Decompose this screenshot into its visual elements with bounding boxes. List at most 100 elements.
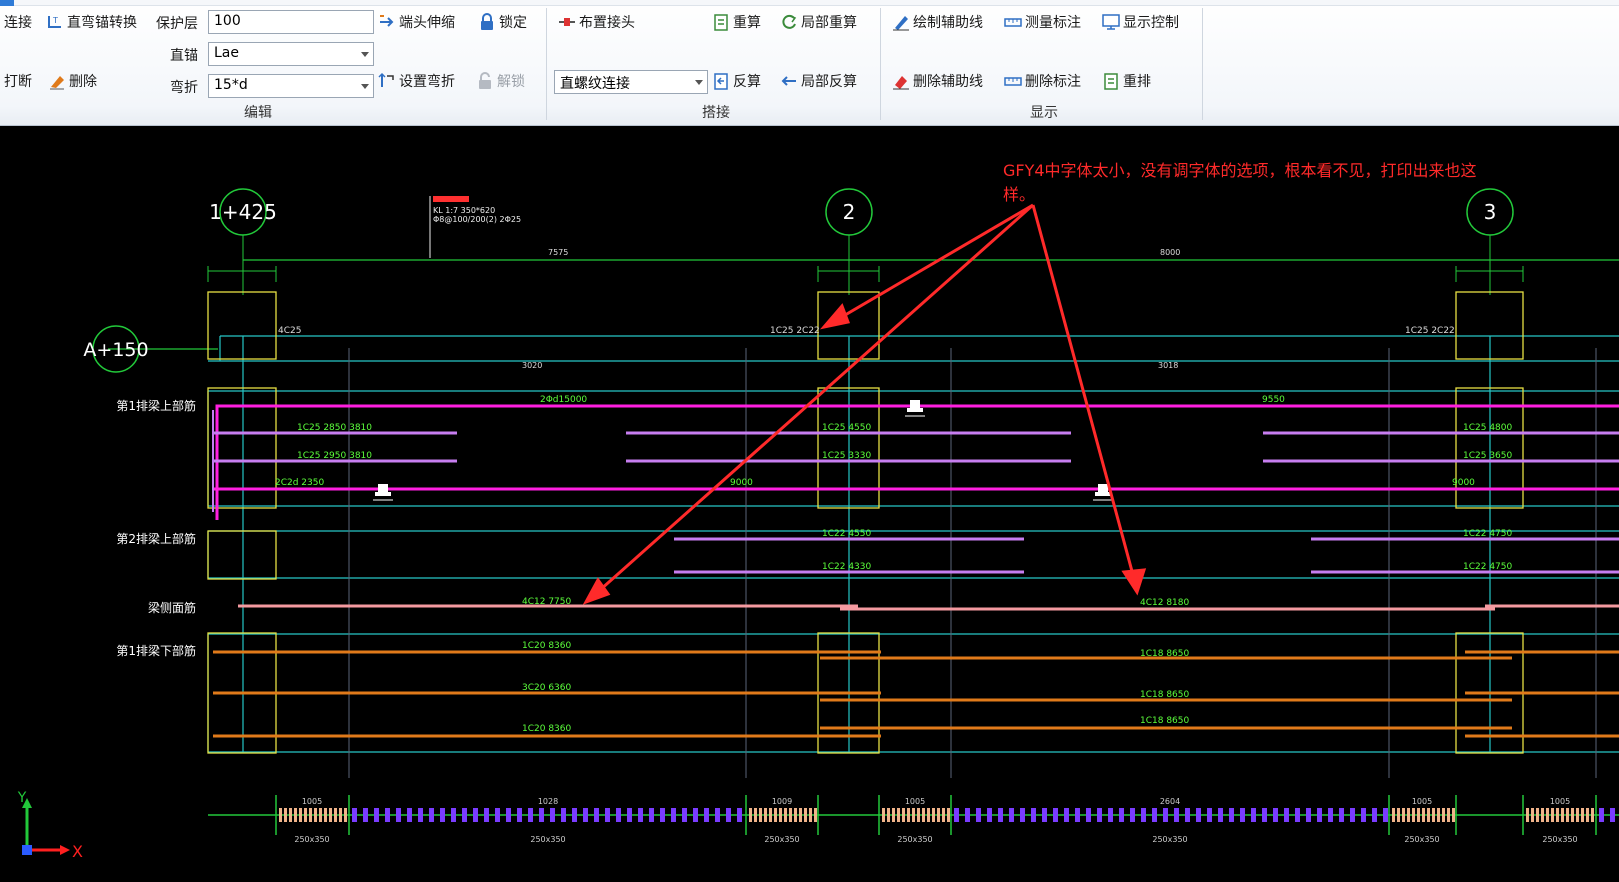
end-extend-button[interactable]: 端头伸缩 bbox=[378, 11, 455, 33]
measure-dim-button[interactable]: 测量标注 bbox=[1004, 11, 1081, 33]
bar-label: 1C22 4330 bbox=[822, 562, 872, 572]
local-recalc-button[interactable]: 局部重算 bbox=[780, 11, 857, 33]
stirrup-tick bbox=[1196, 808, 1201, 822]
stirrup-tick bbox=[1576, 808, 1579, 822]
reverse-button[interactable]: 反算 bbox=[712, 70, 761, 92]
active-tab-marker[interactable] bbox=[0, 0, 14, 6]
stirrup-tick bbox=[927, 808, 930, 822]
stirrup-tick bbox=[897, 808, 900, 822]
stirrup-tick bbox=[749, 808, 752, 822]
user-annotation: GFY4中字体太小，没有调字体的选项，根本看不见，打印出来也这 样。 bbox=[582, 161, 1477, 605]
axis-bubble-2: 2 bbox=[825, 188, 873, 295]
span-dim: 8000 bbox=[1160, 248, 1180, 257]
stirrup-tick bbox=[374, 808, 379, 822]
stirrup-tick bbox=[418, 808, 423, 822]
stirrup-tick bbox=[1581, 808, 1584, 822]
eraser-icon bbox=[48, 72, 66, 90]
stirrup-tick bbox=[804, 808, 807, 822]
beam-note: KL 1:7 350*620 bbox=[433, 206, 495, 215]
straight-bend-convert-button[interactable]: T 直弯锚转换 bbox=[46, 11, 137, 33]
set-bend-label: 设置弯折 bbox=[399, 74, 455, 90]
pencil-icon bbox=[892, 13, 910, 31]
stirrup-tick bbox=[799, 808, 802, 822]
unlock-button[interactable]: 解锁 bbox=[476, 70, 525, 92]
stirrup-tick bbox=[407, 808, 412, 822]
delete-button[interactable]: 删除 bbox=[48, 70, 97, 92]
stirrup-tick bbox=[887, 808, 890, 822]
strip-section: 250x350 bbox=[294, 835, 329, 844]
lock-label: 锁定 bbox=[499, 15, 527, 31]
connect-button[interactable]: 连接 bbox=[4, 11, 32, 33]
stirrup-tick bbox=[954, 808, 959, 822]
break-button[interactable]: 打断 bbox=[4, 70, 32, 92]
delete-aux-line-button[interactable]: 删除辅助线 bbox=[892, 70, 983, 92]
stirrup-tick bbox=[284, 808, 287, 822]
stirrup-tick bbox=[922, 808, 925, 822]
stirrup-tick bbox=[1422, 808, 1425, 822]
aux-grid-lines bbox=[348, 348, 1597, 778]
display-control-button[interactable]: 显示控制 bbox=[1102, 11, 1179, 33]
stirrup-tick bbox=[484, 808, 489, 822]
stirrup-tick bbox=[1531, 808, 1534, 822]
local-reverse-button[interactable]: 局部反算 bbox=[780, 70, 857, 92]
stirrup-tick bbox=[396, 808, 401, 822]
stirrup-tick bbox=[1064, 808, 1069, 822]
strip-section: 250x350 bbox=[530, 835, 565, 844]
stirrup-tick bbox=[649, 808, 654, 822]
support-bars bbox=[213, 431, 1619, 574]
draw-aux-line-button[interactable]: 绘制辅助线 bbox=[892, 11, 983, 33]
stirrup-tick bbox=[1437, 808, 1440, 822]
stirrup-tick bbox=[1447, 808, 1450, 822]
stirrup-tick bbox=[495, 808, 500, 822]
stirrup-tick bbox=[363, 808, 368, 822]
stirrup-tick bbox=[1427, 808, 1430, 822]
drawing-canvas[interactable]: 1+425 2 3 A+150 7575 8000 KL 1:7 350*620… bbox=[0, 126, 1619, 882]
rearrange-button[interactable]: 重排 bbox=[1102, 70, 1151, 92]
stirrup-tick bbox=[1526, 808, 1529, 822]
straight-anchor-select[interactable]: Lae bbox=[208, 42, 374, 66]
stirrup-tick bbox=[1251, 808, 1256, 822]
stirrup-tick bbox=[1372, 808, 1377, 822]
bottom-bars bbox=[213, 650, 1619, 738]
stirrup-tick bbox=[987, 808, 992, 822]
stirrup-tick bbox=[289, 808, 292, 822]
stirrup-tick bbox=[1075, 808, 1080, 822]
bar-label: 9550 bbox=[1262, 395, 1285, 405]
set-bend-button[interactable]: 设置弯折 bbox=[378, 70, 455, 92]
stirrup-tick bbox=[605, 808, 610, 822]
stirrup-tick bbox=[1591, 808, 1594, 822]
stirrup-tick bbox=[1556, 808, 1559, 822]
row-label-side: 梁侧面筋 bbox=[148, 600, 196, 615]
stirrup-tick bbox=[917, 808, 920, 822]
stirrup-tick bbox=[1207, 808, 1212, 822]
end-extend-label: 端头伸缩 bbox=[399, 15, 455, 31]
group-divider bbox=[1202, 8, 1203, 120]
stirrup-tick bbox=[660, 808, 665, 822]
place-splice-button[interactable]: 布置接头 bbox=[558, 11, 635, 33]
stirrup-tick bbox=[1229, 808, 1234, 822]
axis-bubble-1: 1+425 bbox=[209, 188, 277, 295]
stirrup-tick bbox=[965, 808, 970, 822]
row-label-top-2: 第2排梁上部筋 bbox=[116, 531, 196, 546]
row-label-bottom-1: 第1排梁下部筋 bbox=[116, 643, 196, 658]
cover-input[interactable]: 100 bbox=[208, 10, 374, 34]
stirrup-tick bbox=[528, 808, 533, 822]
delete-dim-button[interactable]: 删除标注 bbox=[1004, 70, 1081, 92]
clear-dim: 3020 bbox=[522, 361, 542, 370]
ucs-x-label: X bbox=[72, 842, 83, 861]
stirrup-tick bbox=[1174, 808, 1179, 822]
recalc-button[interactable]: 重算 bbox=[712, 11, 761, 33]
bend-select[interactable]: 15*d bbox=[208, 74, 374, 98]
stirrup-strip: 1005 1028 1009 1005 2604 1005 1005 250x3… bbox=[208, 795, 1619, 844]
clear-dim: 3018 bbox=[1158, 361, 1178, 370]
cover-label: 保护层 bbox=[156, 16, 198, 32]
splice-type-value: 直螺纹连接 bbox=[560, 76, 630, 92]
strip-label: 1028 bbox=[538, 797, 558, 806]
stirrup-tick bbox=[1240, 808, 1245, 822]
stirrup-tick bbox=[1317, 808, 1322, 822]
svg-text:T: T bbox=[52, 16, 58, 25]
stirrup-tick bbox=[550, 808, 555, 822]
lock-button[interactable]: 锁定 bbox=[478, 11, 527, 33]
bend-value: 15*d bbox=[214, 77, 248, 93]
splice-type-select[interactable]: 直螺纹连接 bbox=[554, 70, 708, 94]
